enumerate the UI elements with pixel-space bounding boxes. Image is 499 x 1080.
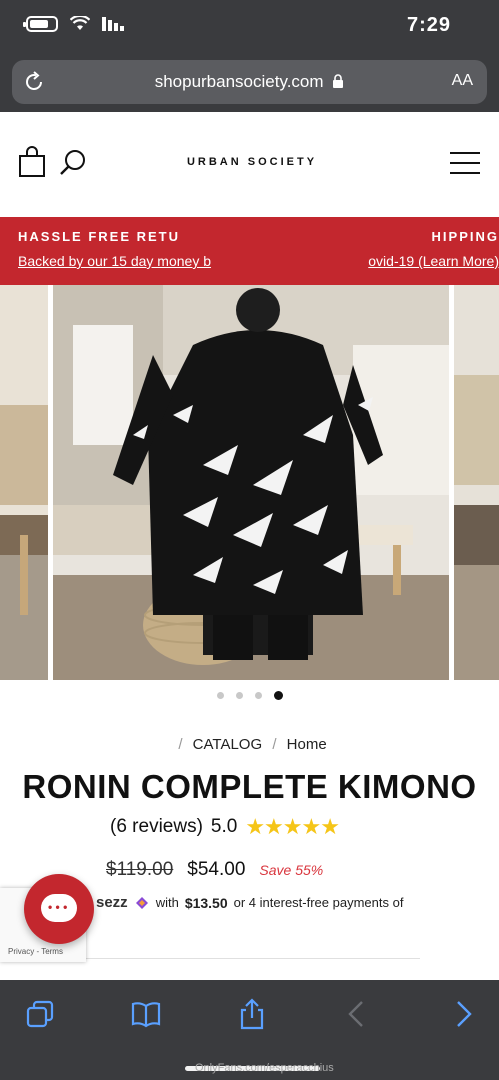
chat-bubble-icon xyxy=(41,894,77,922)
carousel-dot[interactable] xyxy=(235,692,243,699)
star-rating-icon: ★★★★★ xyxy=(245,814,340,839)
carousel-dot[interactable] xyxy=(254,692,262,699)
banner-left-link[interactable]: Backed by our 15 day money b xyxy=(18,253,211,269)
sezzle-text: or 4 interest-free payments of xyxy=(233,895,404,910)
banner-right-link[interactable]: ovid-19 (Learn More) xyxy=(368,253,499,269)
breadcrumb-separator: / xyxy=(178,736,183,753)
product-rating[interactable]: (6 reviews) 5.0 ★★★★★ xyxy=(110,814,400,840)
status-bar: 7:29 xyxy=(0,0,499,56)
banner-left-heading: HASSLE FREE RETU xyxy=(18,229,181,244)
url-text[interactable]: shopurbansociety.com xyxy=(12,72,487,92)
bookmarks-icon[interactable] xyxy=(130,998,162,1030)
carousel-slide-prev[interactable] xyxy=(0,285,48,680)
original-price: $119.00 xyxy=(106,859,174,880)
carousel-dot-active[interactable] xyxy=(273,691,283,700)
cart-icon[interactable] xyxy=(18,146,46,178)
breadcrumb-catalog[interactable]: CATALOG xyxy=(193,736,262,753)
watermark-text: OnlyFans.com/esperacchius xyxy=(195,1062,334,1074)
savings-badge: Save 55% xyxy=(259,862,324,878)
address-bar[interactable]: shopurbansociety.com AA xyxy=(12,60,487,104)
battery-icon xyxy=(23,16,58,32)
product-title: RONIN COMPLETE KIMONO xyxy=(22,768,477,805)
product-image-carousel[interactable] xyxy=(0,285,499,680)
breadcrumb-home[interactable]: Home xyxy=(287,736,327,753)
recaptcha-terms[interactable]: Privacy - Terms xyxy=(8,947,63,956)
carousel-dot[interactable] xyxy=(216,692,224,699)
site-logo[interactable]: URBAN SOCIETY xyxy=(184,156,320,168)
carousel-slide-next[interactable] xyxy=(454,285,499,680)
menu-icon[interactable] xyxy=(450,152,480,176)
promo-banner: HASSLE FREE RETU Backed by our 15 day mo… xyxy=(0,217,499,285)
rating-value: 5.0 xyxy=(210,816,238,837)
review-count: (6 reviews) xyxy=(110,816,203,837)
site-header: URBAN SOCIETY xyxy=(0,112,499,216)
carousel-dots xyxy=(0,691,499,706)
divider xyxy=(78,958,420,959)
sezzle-installments[interactable]: sezz with $13.50 or 4 interest-free paym… xyxy=(96,894,456,911)
wifi-icon xyxy=(70,16,90,30)
share-icon[interactable] xyxy=(236,998,268,1030)
signal-icon xyxy=(102,17,124,31)
carousel-slide-active[interactable] xyxy=(53,285,449,680)
product-price: $119.00 $54.00 Save 55% xyxy=(106,859,406,881)
status-icons xyxy=(23,16,124,32)
back-icon[interactable] xyxy=(342,998,374,1030)
web-page: URBAN SOCIETY HASSLE FREE RETU Backed by… xyxy=(0,112,499,980)
sezzle-with: with xyxy=(155,895,179,910)
lock-icon xyxy=(333,74,344,88)
sezzle-logo: sezz xyxy=(96,894,128,911)
url-domain: shopurbansociety.com xyxy=(154,72,324,91)
sale-price: $54.00 xyxy=(187,859,246,880)
text-size-button[interactable]: AA xyxy=(452,72,473,90)
status-time: 7:29 xyxy=(406,14,451,36)
search-icon[interactable] xyxy=(58,148,88,178)
sezzle-amount: $13.50 xyxy=(184,894,228,911)
chat-button[interactable] xyxy=(24,874,94,944)
sezzle-icon xyxy=(135,896,148,909)
browser-url-area: shopurbansociety.com AA xyxy=(0,56,499,112)
breadcrumb: / CATALOG / Home xyxy=(0,736,499,753)
banner-right-heading: HIPPING xyxy=(431,229,499,244)
tabs-icon[interactable] xyxy=(24,998,56,1030)
breadcrumb-separator: / xyxy=(272,736,277,753)
forward-icon[interactable] xyxy=(446,998,478,1030)
